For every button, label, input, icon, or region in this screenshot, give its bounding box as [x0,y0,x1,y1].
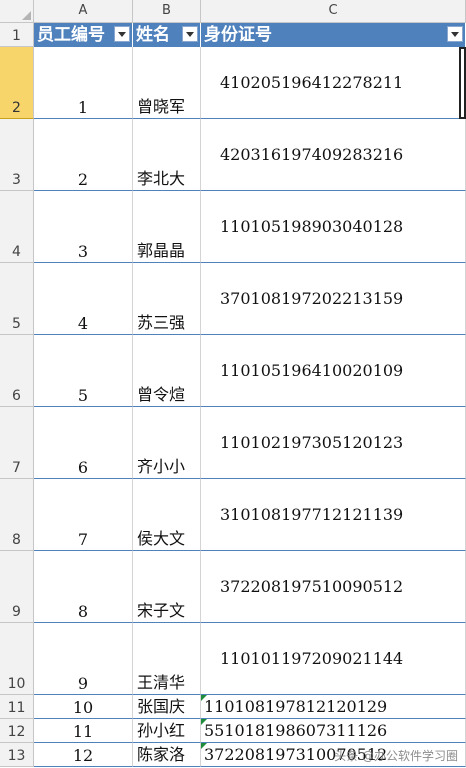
id-number-text: 110105196410020109 [220,361,404,380]
cell-employee-no[interactable]: 11 [34,719,133,743]
id-number-text: 110105198903040128 [220,217,404,236]
cell-employee-no[interactable]: 8 [34,551,133,623]
row-header-7[interactable]: 7 [0,407,34,479]
number-as-text-warning-icon [201,695,207,701]
cell-name[interactable]: 孙小红 [133,719,201,743]
row-header-3[interactable]: 3 [0,119,34,191]
id-number-text: 110108197812120129 [204,697,388,716]
row-header-5[interactable]: 5 [0,263,34,335]
cell-employee-no[interactable]: 9 [34,623,133,695]
row-header-6[interactable]: 6 [0,335,34,407]
row-header-13[interactable]: 13 [0,743,34,767]
cell-name[interactable]: 郭晶晶 [133,191,201,263]
row-header-12[interactable]: 12 [0,719,34,743]
column-header-c[interactable]: C [201,0,466,23]
id-number-text: 420316197409283216 [220,145,404,164]
row-header-10[interactable]: 10 [0,623,34,695]
filter-dropdown-icon[interactable] [114,26,130,42]
cell-id-number[interactable]: 310108197712121139 [201,479,466,551]
cell-id-number[interactable]: 110102197305120123 [201,407,466,479]
row-header-11[interactable]: 11 [0,695,34,719]
column-header-b[interactable]: B [133,0,201,23]
cell-name[interactable]: 曾晓军 [133,47,201,119]
cell-name[interactable]: 王清华 [133,623,201,695]
cell-employee-no[interactable]: 3 [34,191,133,263]
header-label: 姓名 [136,25,170,45]
cell-id-number[interactable]: 370108197202213159 [201,263,466,335]
header-label: 身份证号 [204,25,272,45]
cell-id-number[interactable]: 551018198607311126 [201,719,466,743]
header-cell-employee-no[interactable]: 员工编号 [34,23,133,47]
cell-id-number[interactable]: 372208197510090512 [201,551,466,623]
cell-employee-no[interactable]: 5 [34,335,133,407]
id-number-text: 370108197202213159 [220,289,404,308]
header-cell-id-number[interactable]: 身份证号 [201,23,466,47]
cell-employee-no[interactable]: 2 [34,119,133,191]
id-number-text: 110101197209021144 [220,649,404,668]
cell-name[interactable]: 宋子文 [133,551,201,623]
cell-id-number[interactable]: 110101197209021144 [201,623,466,695]
number-as-text-warning-icon [201,743,207,749]
row-header-8[interactable]: 8 [0,479,34,551]
cell-employee-no[interactable]: 6 [34,407,133,479]
cell-name[interactable]: 曾令煊 [133,335,201,407]
cell-employee-no[interactable]: 10 [34,695,133,719]
column-header-a[interactable]: A [34,0,133,23]
id-number-text: 110102197305120123 [220,433,404,452]
id-number-text: 372208197510090512 [220,577,404,596]
row-header-2[interactable]: 2 [0,47,34,119]
row-header-9[interactable]: 9 [0,551,34,623]
cell-name[interactable]: 齐小小 [133,407,201,479]
cell-name[interactable]: 李北大 [133,119,201,191]
row-header-1[interactable]: 1 [0,23,34,47]
cell-name[interactable]: 陈家洛 [133,743,201,767]
spreadsheet: A B C 1 员工编号 姓名 身份证号 2 1 曾晓军 41020519641227… [0,0,466,768]
cell-employee-no[interactable]: 4 [34,263,133,335]
header-cell-name[interactable]: 姓名 [133,23,201,47]
cell-id-number[interactable]: 410205196412278211 [201,47,466,119]
cell-employee-no[interactable]: 7 [34,479,133,551]
cell-id-number[interactable]: 110108197812120129 [201,695,466,719]
number-as-text-warning-icon [201,719,207,725]
filter-dropdown-icon[interactable] [182,26,198,42]
cell-employee-no[interactable]: 12 [34,743,133,767]
id-number-text: 551018198607311126 [204,721,388,740]
cell-employee-no[interactable]: 1 [34,47,133,119]
cell-name[interactable]: 侯大文 [133,479,201,551]
cell-id-number[interactable]: 110105196410020109 [201,335,466,407]
id-number-text: 310108197712121139 [220,505,404,524]
cell-name[interactable]: 苏三强 [133,263,201,335]
select-all-corner[interactable] [0,0,34,23]
filter-dropdown-icon[interactable] [447,26,463,42]
header-label: 员工编号 [37,25,105,45]
cell-id-number[interactable]: 420316197409283216 [201,119,466,191]
cell-name[interactable]: 张国庆 [133,695,201,719]
id-number-text: 410205196412278211 [220,73,404,92]
watermark: 头条 @办公软件学习圈 [334,749,458,763]
row-header-4[interactable]: 4 [0,191,34,263]
cell-id-number[interactable]: 110105198903040128 [201,191,466,263]
